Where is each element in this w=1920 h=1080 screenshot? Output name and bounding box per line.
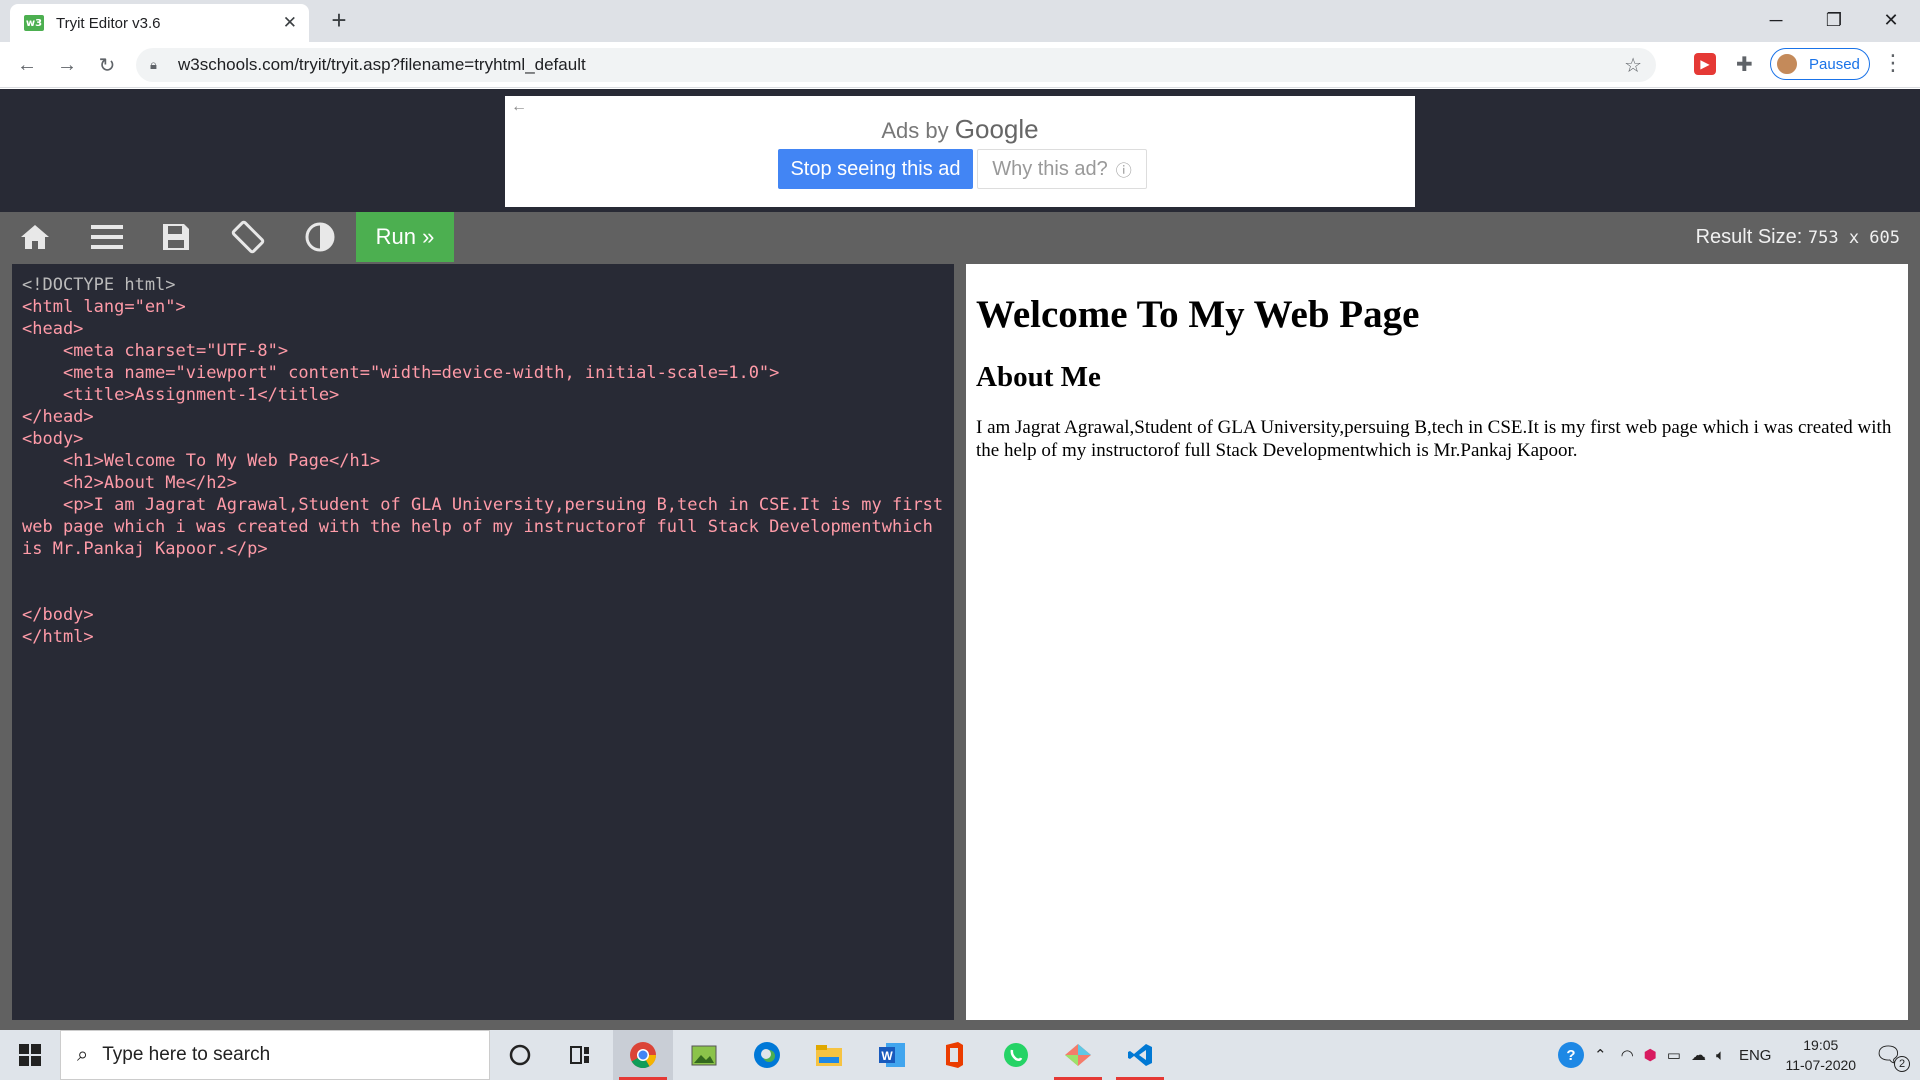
code-line: </head> bbox=[22, 407, 94, 427]
app-tray-icon[interactable]: ⬢ bbox=[1644, 1046, 1657, 1064]
word-app-icon[interactable]: W bbox=[862, 1030, 922, 1080]
stop-seeing-ad-button[interactable]: Stop seeing this ad bbox=[778, 149, 973, 189]
tryit-toolbar: Run » Result Size: 753 x 605 bbox=[0, 212, 1920, 262]
profile-status: Paused bbox=[1809, 55, 1860, 73]
back-arrow-icon[interactable]: ← bbox=[12, 50, 42, 80]
whatsapp-app-icon[interactable] bbox=[986, 1030, 1046, 1080]
code-line: <title>Assignment-1</title> bbox=[22, 385, 340, 405]
cortana-icon[interactable] bbox=[490, 1030, 550, 1080]
lock-icon: 🔒︎ bbox=[150, 57, 157, 72]
taskbar-search-box[interactable]: ⌕ Type here to search bbox=[60, 1030, 490, 1080]
minimize-window-button[interactable]: ─ bbox=[1747, 0, 1805, 40]
clock-time: 19:05 bbox=[1803, 1037, 1839, 1053]
avatar bbox=[1775, 52, 1799, 76]
browser-menu-icon[interactable]: ⋮ bbox=[1882, 50, 1904, 76]
close-window-button[interactable]: ✕ bbox=[1862, 0, 1920, 40]
volume-icon[interactable]: 🔈︎ bbox=[1716, 1047, 1725, 1064]
contrast-theme-icon[interactable] bbox=[291, 212, 349, 262]
system-tray: ? ⌃ ◠ ⬢ ▭ ☁ 🔈︎ ENG 19:05 11-07-2020 🗨︎ 2 bbox=[1557, 1030, 1920, 1080]
menu-hamburger-icon[interactable] bbox=[78, 212, 136, 262]
code-line: </body> bbox=[22, 605, 94, 625]
code-line: ​ bbox=[22, 582, 944, 604]
language-indicator[interactable]: ENG bbox=[1739, 1047, 1772, 1064]
bookmark-star-icon[interactable]: ☆ bbox=[1624, 53, 1642, 78]
forward-arrow-icon[interactable]: → bbox=[52, 50, 82, 80]
code-line: <head> bbox=[22, 319, 84, 339]
windows-start-icon[interactable] bbox=[0, 1030, 60, 1080]
tab-title: Tryit Editor v3.6 bbox=[56, 14, 161, 32]
browser-toolbar: ← → ↻ 🔒︎ w3schools.com/tryit/tryit.asp?f… bbox=[0, 42, 1920, 88]
git-app-icon[interactable] bbox=[1048, 1030, 1108, 1080]
task-view-icon[interactable] bbox=[550, 1030, 610, 1080]
code-line: <body> bbox=[22, 429, 84, 449]
new-tab-button[interactable]: + bbox=[325, 5, 353, 35]
vscode-app-icon[interactable] bbox=[1110, 1030, 1170, 1080]
w3schools-favicon-icon: w3 bbox=[24, 15, 44, 31]
image-viewer-app-icon[interactable] bbox=[674, 1030, 734, 1080]
file-explorer-icon[interactable] bbox=[799, 1030, 859, 1080]
result-heading-2: About Me bbox=[976, 361, 1101, 393]
office-app-icon[interactable] bbox=[924, 1030, 984, 1080]
extensions-puzzle-icon[interactable]: ✚ bbox=[1736, 52, 1753, 77]
code-line: <h2>About Me</h2> bbox=[22, 473, 237, 493]
code-line: ​ bbox=[22, 560, 944, 582]
why-this-ad-button[interactable]: Why this ad? ⓘ bbox=[977, 149, 1147, 189]
code-line: <!DOCTYPE html> bbox=[22, 275, 176, 295]
help-icon[interactable]: ? bbox=[1557, 1042, 1584, 1068]
address-bar[interactable]: 🔒︎ w3schools.com/tryit/tryit.asp?filenam… bbox=[136, 48, 1656, 82]
result-paragraph: I am Jagrat Agrawal,Student of GLA Unive… bbox=[976, 417, 1892, 461]
rotate-orientation-icon[interactable] bbox=[219, 212, 277, 262]
edge-app-icon[interactable] bbox=[737, 1030, 797, 1080]
clock-date: 11-07-2020 bbox=[1785, 1057, 1857, 1073]
code-line: <p>I am Jagrat Agrawal,Student of GLA Un… bbox=[22, 495, 954, 559]
extension-record-icon[interactable]: ▶ bbox=[1694, 53, 1716, 75]
notification-icon[interactable]: 🗨︎ 2 bbox=[1874, 1042, 1910, 1072]
close-tab-icon[interactable]: ✕ bbox=[283, 13, 297, 33]
result-frame: Welcome To My Web Page About Me I am Jag… bbox=[966, 264, 1908, 1020]
restore-window-button[interactable]: ❐ bbox=[1805, 0, 1863, 40]
home-icon[interactable] bbox=[6, 212, 64, 262]
result-size: Result Size: 753 x 605 bbox=[1695, 226, 1900, 248]
notification-count: 2 bbox=[1894, 1056, 1910, 1072]
wifi-icon[interactable]: ◠ bbox=[1621, 1046, 1634, 1064]
reload-icon[interactable]: ↻ bbox=[92, 50, 122, 80]
cloud-icon[interactable]: ☁ bbox=[1691, 1046, 1706, 1064]
tab-strip: w3 Tryit Editor v3.6 ✕ + ─ ❐ ✕ bbox=[0, 0, 1920, 42]
code-line: </html> bbox=[22, 627, 94, 647]
search-icon: ⌕ bbox=[77, 1043, 89, 1066]
ad-box: ← Ads by Google Stop seeing this ad Why … bbox=[505, 96, 1415, 207]
code-line: <meta charset="UTF-8"> bbox=[22, 341, 289, 361]
save-icon[interactable] bbox=[147, 212, 205, 262]
code-line: <meta name="viewport" content="width=dev… bbox=[22, 363, 780, 383]
result-heading-1: Welcome To My Web Page bbox=[976, 293, 1420, 336]
browser-tab[interactable]: w3 Tryit Editor v3.6 ✕ bbox=[10, 4, 309, 42]
code-editor[interactable]: <!DOCTYPE html> <html lang="en"> <head> <m… bbox=[12, 264, 954, 1020]
ads-by-google: Ads by Google bbox=[881, 114, 1039, 144]
profile-button[interactable]: Paused bbox=[1770, 48, 1870, 80]
clock[interactable]: 19:05 11-07-2020 bbox=[1785, 1035, 1856, 1075]
chrome-app-icon[interactable] bbox=[613, 1030, 673, 1080]
windows-taskbar: ⌕ Type here to search W ? ⌃ ◠ ⬢ ▭ ☁ 🔈︎ E… bbox=[0, 1030, 1920, 1080]
chevron-up-icon[interactable]: ⌃ bbox=[1594, 1046, 1607, 1064]
svg-text:W: W bbox=[881, 1049, 893, 1063]
search-placeholder: Type here to search bbox=[102, 1044, 271, 1065]
code-line: <html lang="en"> bbox=[22, 297, 186, 317]
code-line: <h1>Welcome To My Web Page</h1> bbox=[22, 451, 381, 471]
run-button[interactable]: Run » bbox=[356, 212, 454, 262]
battery-icon[interactable]: ▭ bbox=[1667, 1046, 1681, 1064]
url-text: w3schools.com/tryit/tryit.asp?filename=t… bbox=[178, 55, 586, 74]
info-icon: ⓘ bbox=[1115, 163, 1132, 180]
